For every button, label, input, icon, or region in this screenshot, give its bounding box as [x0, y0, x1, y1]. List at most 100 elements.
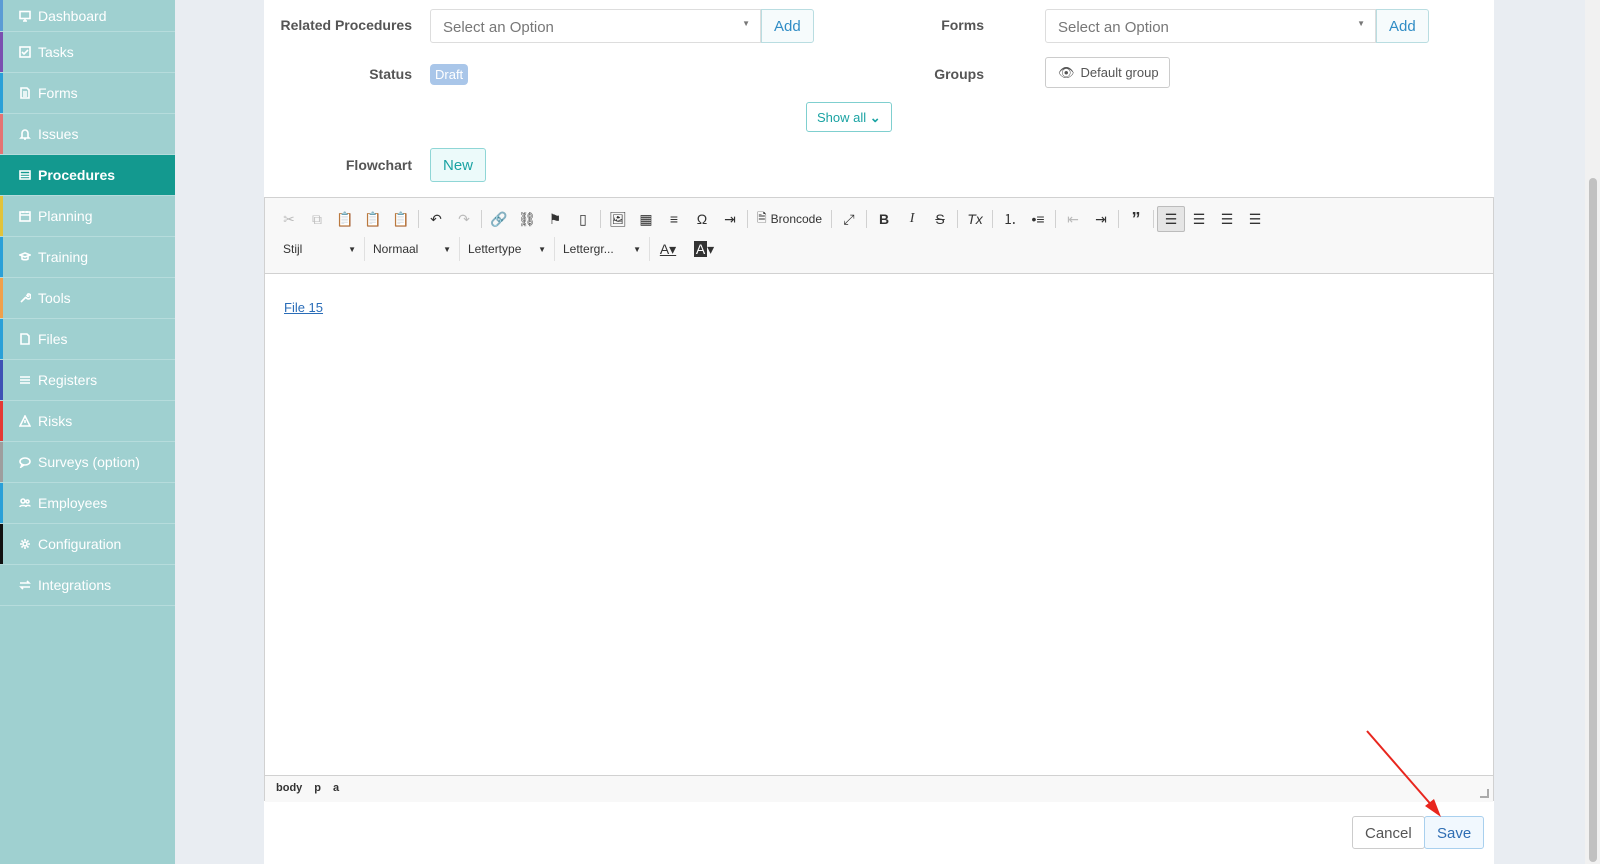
sidebar-item-planning[interactable]: Planning — [0, 196, 175, 237]
blockquote-icon[interactable]: ” — [1122, 206, 1150, 232]
monitor-icon — [18, 9, 32, 23]
show-all-button[interactable]: Show all ⌄ — [806, 102, 892, 132]
sidebar-color-bar — [0, 237, 3, 277]
sidebar-color-bar — [0, 360, 3, 400]
image-icon[interactable]: 🖼 — [604, 206, 632, 232]
toolbar-row-1: ✂ ⧉ 📋 📋 📋 ↶ ↷ 🔗 ⛓ ⚑ ▯ 🖼 ▦ ≡ Ω ⇥ 🗎 Bronco… — [275, 204, 1483, 234]
related-procedures-label: Related Procedures — [280, 17, 413, 33]
sidebar-item-label: Registers — [38, 372, 98, 388]
caret-down-icon: ▼ — [538, 244, 546, 254]
add-related-procedure-button[interactable]: Add — [761, 9, 814, 43]
sidebar-item-label: Risks — [38, 413, 73, 429]
font-dropdown[interactable]: Lettertype ▼ — [460, 237, 555, 261]
calendar-icon — [18, 209, 32, 223]
italic-icon[interactable]: I — [898, 206, 926, 232]
outdent-icon[interactable]: ⇤ — [1059, 206, 1087, 232]
cut-icon[interactable]: ✂ — [275, 206, 303, 232]
sidebar-item-integrations[interactable]: Integrations — [0, 565, 175, 606]
paste-text-icon[interactable]: 📋 — [359, 206, 387, 232]
source-button[interactable]: 🗎 Broncode — [751, 209, 828, 230]
gear-icon — [18, 537, 32, 551]
path-item-a[interactable]: a — [333, 782, 339, 796]
text-color-icon[interactable]: A▾ — [650, 236, 686, 262]
special-char-icon[interactable]: Ω — [688, 206, 716, 232]
chevron-down-icon: ⌄ — [869, 110, 881, 125]
resize-handle-icon[interactable] — [1480, 789, 1489, 798]
align-right-icon[interactable]: ☰ — [1213, 206, 1241, 232]
sidebar-item-tasks[interactable]: Tasks — [0, 32, 175, 73]
sidebar-color-bar — [0, 278, 3, 318]
indent-block-icon[interactable]: ⇥ — [716, 206, 744, 232]
exchange-icon — [18, 578, 32, 592]
sidebar-item-issues[interactable]: Issues — [0, 114, 175, 155]
sidebar-item-label: Configuration — [38, 536, 122, 552]
sidebar-item-registers[interactable]: Registers — [0, 360, 175, 401]
copy-icon[interactable]: ⧉ — [303, 206, 331, 232]
page-break-icon[interactable]: ▯ — [569, 206, 597, 232]
chat-icon — [18, 455, 32, 469]
forms-select[interactable]: Select an Option ▼ — [1045, 9, 1376, 43]
sidebar-color-bar — [0, 73, 3, 113]
path-item-body[interactable]: body — [276, 782, 302, 796]
default-group-button[interactable]: 👁 Default group — [1045, 57, 1170, 88]
sidebar-item-procedures[interactable]: Procedures — [0, 155, 175, 196]
redo-icon[interactable]: ↷ — [450, 206, 478, 232]
sidebar-item-label: Forms — [38, 85, 78, 101]
forms-placeholder: Select an Option — [1058, 19, 1169, 36]
sidebar-item-tools[interactable]: Tools — [0, 278, 175, 319]
format-dropdown[interactable]: Normaal ▼ — [365, 237, 460, 261]
sidebar-color-bar — [0, 483, 3, 523]
editor-content-area[interactable]: File 15 — [265, 274, 1493, 775]
add-form-button[interactable]: Add — [1376, 9, 1429, 43]
undo-icon[interactable]: ↶ — [422, 206, 450, 232]
remove-format-icon[interactable]: Tx — [961, 206, 989, 232]
indent-icon[interactable]: ⇥ — [1087, 206, 1115, 232]
sidebar-item-label: Procedures — [38, 167, 116, 183]
table-icon[interactable]: ▦ — [632, 206, 660, 232]
procedure-edit-panel: Related Procedures Select an Option ▼ Ad… — [264, 0, 1494, 864]
toolbar-separator — [481, 210, 482, 228]
toolbar-separator — [600, 210, 601, 228]
sidebar-item-configuration[interactable]: Configuration — [0, 524, 175, 565]
chevron-down-icon: ▼ — [1357, 19, 1365, 28]
sidebar-color-bar — [0, 319, 3, 359]
maximize-icon[interactable]: ⤢ — [835, 206, 863, 232]
background-color-icon[interactable]: A ▾ — [686, 236, 722, 262]
scrollbar-thumb[interactable] — [1589, 178, 1597, 862]
align-left-icon[interactable]: ☰ — [1157, 206, 1186, 232]
paste-word-icon[interactable]: 📋 — [387, 206, 415, 232]
sidebar-color-bar — [0, 0, 3, 31]
strikethrough-icon[interactable]: S — [926, 206, 954, 232]
bullet-list-icon[interactable]: •≡ — [1024, 206, 1052, 232]
sidebar-item-training[interactable]: Training — [0, 237, 175, 278]
unlink-icon[interactable]: ⛓ — [513, 206, 541, 232]
align-center-icon[interactable]: ☰ — [1185, 206, 1213, 232]
sidebar-color-bar — [0, 401, 3, 441]
sidebar-item-risks[interactable]: Risks — [0, 401, 175, 442]
sidebar-color-bar — [0, 196, 3, 236]
numbered-list-icon[interactable]: ⒈ — [996, 206, 1024, 232]
save-button[interactable]: Save — [1424, 816, 1485, 849]
paste-icon[interactable]: 📋 — [331, 206, 359, 232]
path-item-p[interactable]: p — [314, 782, 321, 796]
file-link[interactable]: File 15 — [284, 300, 323, 315]
justify-icon[interactable]: ☰ — [1241, 206, 1269, 232]
style-dropdown[interactable]: Stijl ▼ — [275, 237, 365, 261]
bold-icon[interactable]: B — [870, 206, 898, 232]
group-name: Default group — [1080, 65, 1159, 80]
page-scrollbar[interactable] — [1585, 0, 1600, 864]
related-procedures-select[interactable]: Select an Option ▼ — [430, 9, 761, 43]
anchor-flag-icon[interactable]: ⚑ — [541, 206, 569, 232]
sidebar-item-forms[interactable]: Forms — [0, 73, 175, 114]
sidebar-item-files[interactable]: Files — [0, 319, 175, 360]
horizontal-line-icon[interactable]: ≡ — [660, 206, 688, 232]
sidebar-item-surveys[interactable]: Surveys (option) — [0, 442, 175, 483]
new-flowchart-button[interactable]: New — [430, 148, 487, 182]
link-icon[interactable]: 🔗 — [485, 206, 513, 232]
sidebar-item-employees[interactable]: Employees — [0, 483, 175, 524]
chevron-down-icon: ▼ — [742, 19, 750, 28]
sidebar-item-dashboard[interactable]: Dashboard — [0, 0, 175, 32]
font-size-dropdown[interactable]: Lettergr... ▼ — [555, 237, 650, 261]
cancel-button[interactable]: Cancel — [1352, 816, 1425, 849]
toolbar-row-2: Stijl ▼ Normaal ▼ Lettertype ▼ Lettergr.… — [275, 234, 1483, 264]
